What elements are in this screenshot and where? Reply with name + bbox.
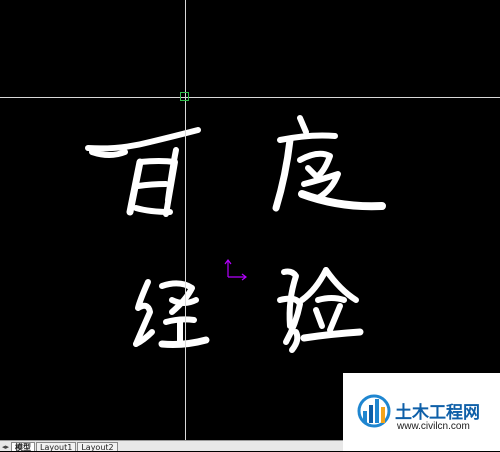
glyph-yan: [277, 267, 364, 353]
civilcn-logo: [357, 394, 391, 428]
ucs-icon: [224, 259, 247, 281]
crosshair-horizontal: [0, 97, 500, 98]
crosshair-vertical: [185, 0, 186, 440]
watermark: 土木工程网 www.civilcn.com: [343, 373, 500, 451]
tab-model[interactable]: 模型: [11, 442, 36, 452]
glyph-du: [272, 115, 386, 212]
glyph-jing: [133, 279, 210, 348]
glyph-bai: [85, 127, 201, 217]
tab-navigation-arrows[interactable]: ◂▸: [2, 443, 9, 451]
cursor-pickbox: [180, 92, 189, 101]
tab-layout2[interactable]: Layout2: [77, 442, 118, 452]
watermark-title: 土木工程网: [395, 403, 480, 423]
watermark-url: www.civilcn.com: [397, 421, 470, 432]
tab-layout1[interactable]: Layout1: [36, 442, 77, 452]
cad-application: ◂▸ 模型 Layout1 Layout2 土木工程网 www.civilcn.…: [0, 0, 500, 452]
